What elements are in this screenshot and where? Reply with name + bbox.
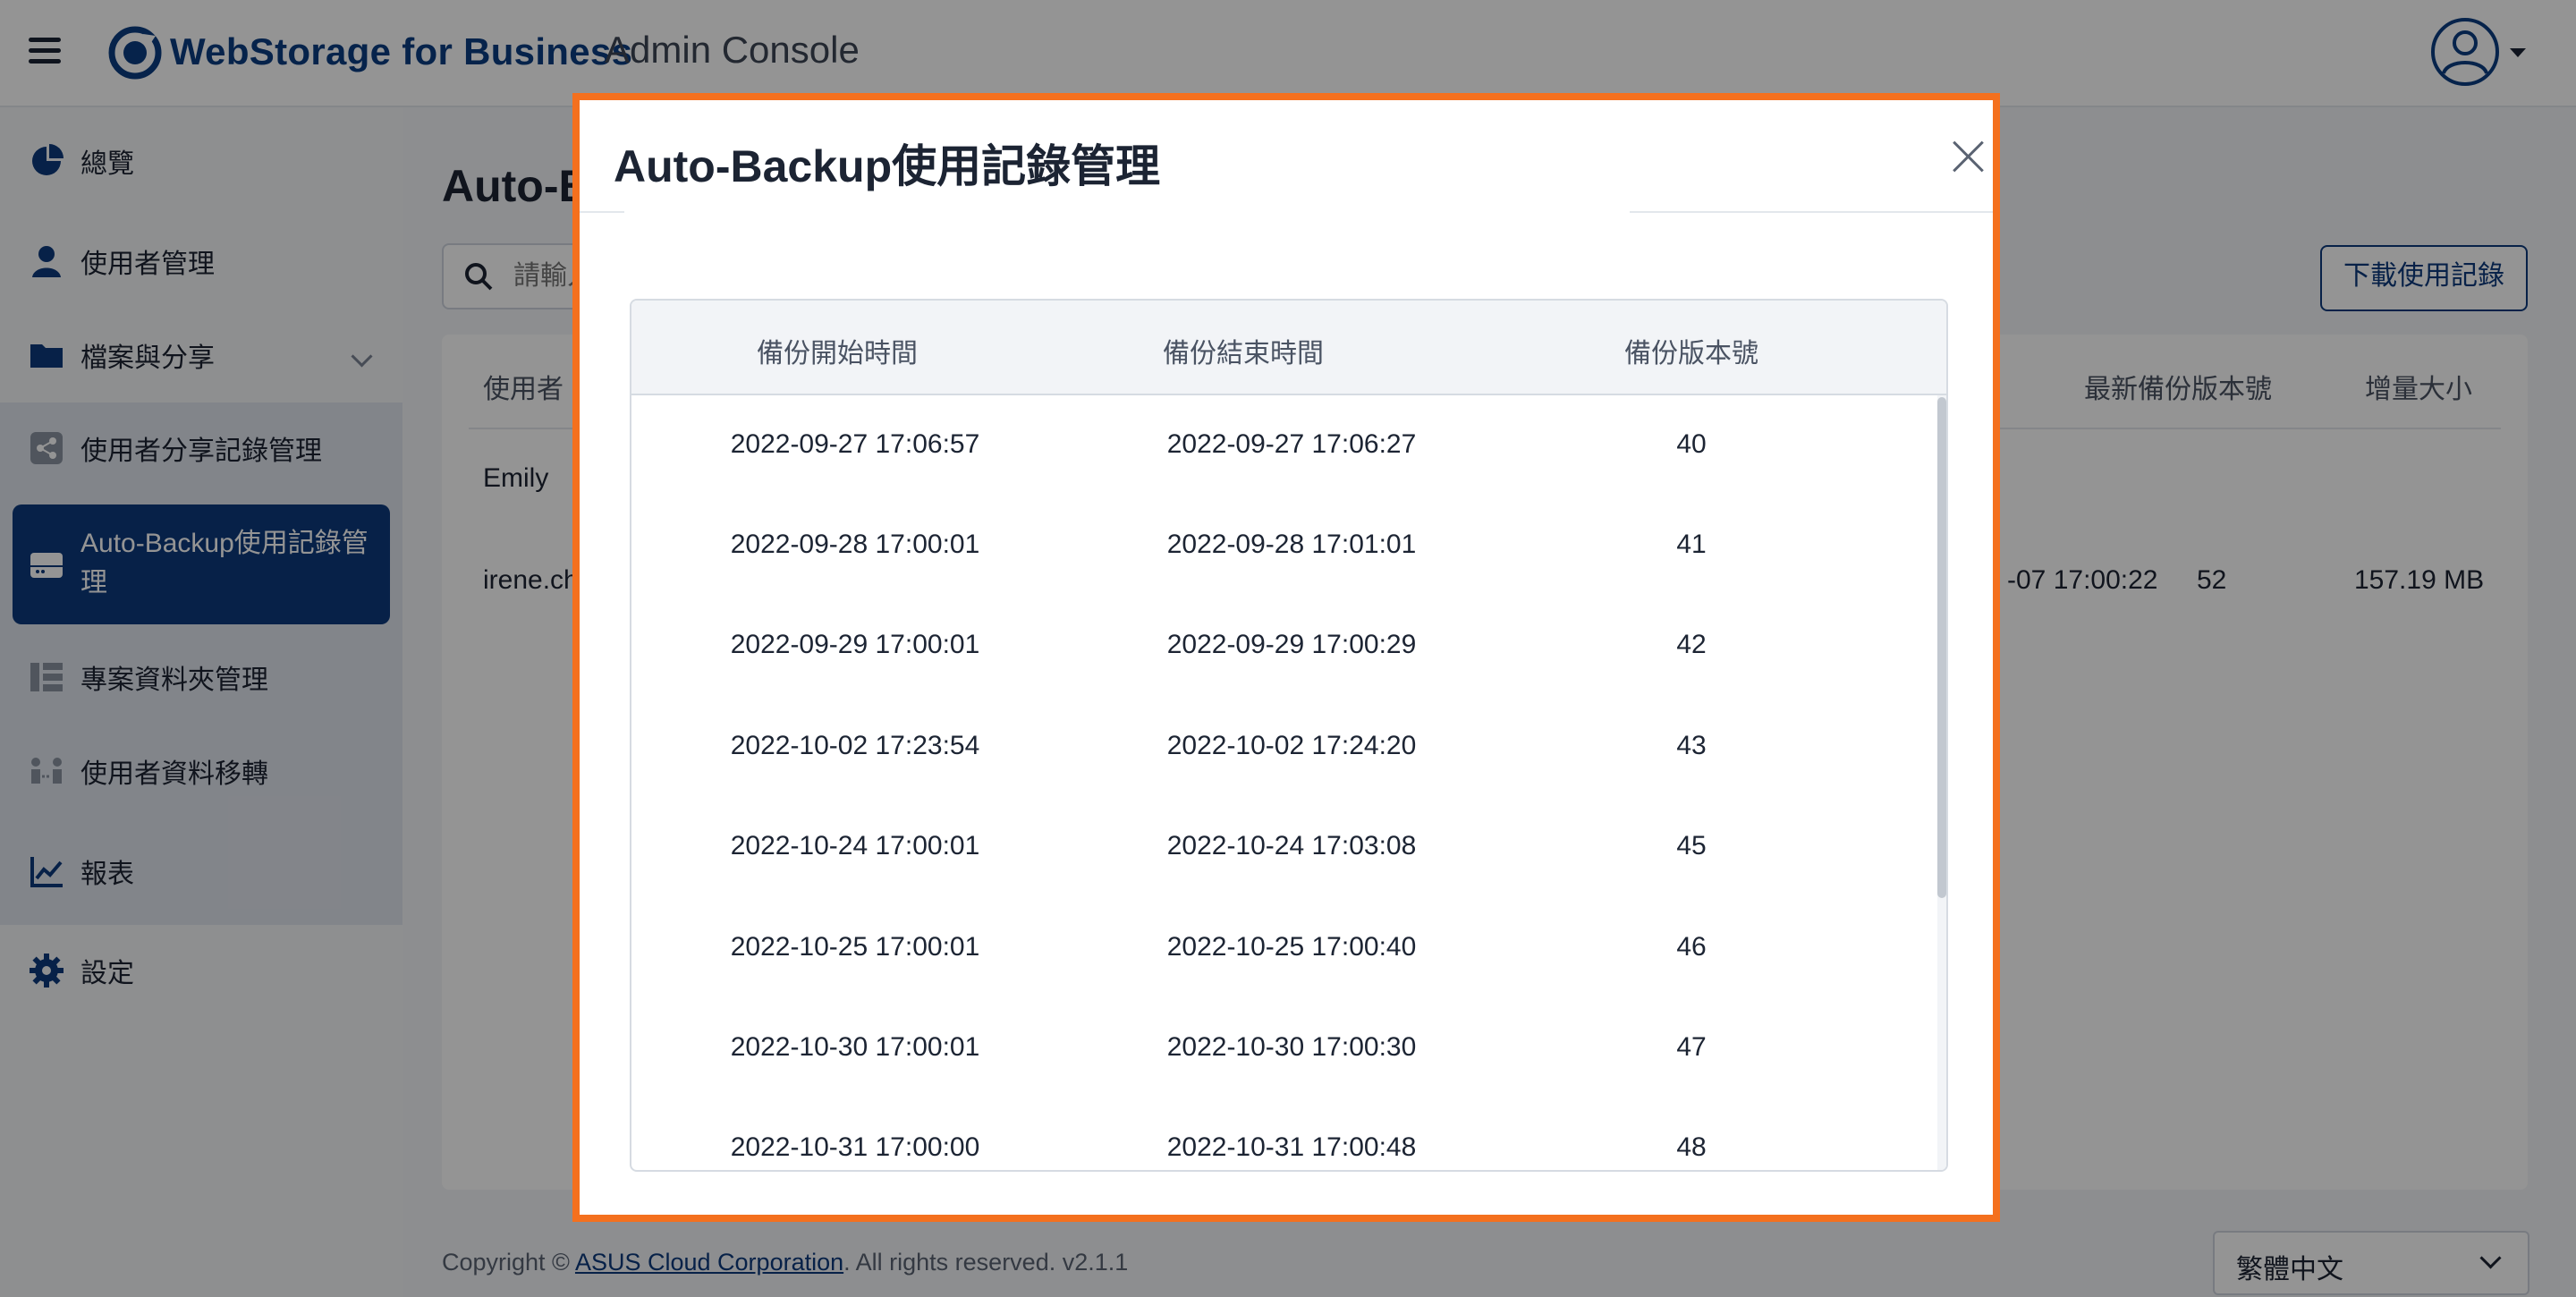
cell-start-time: 2022-10-24 17:00:01 — [730, 831, 980, 860]
cell-start-time: 2022-10-02 17:23:54 — [730, 731, 980, 760]
table-row: 2022-10-25 17:00:01 2022-10-25 17:00:40 … — [631, 898, 1928, 998]
table-row: 2022-10-24 17:00:01 2022-10-24 17:03:08 … — [631, 797, 1928, 897]
cell-start-time: 2022-10-25 17:00:01 — [730, 932, 980, 962]
close-icon[interactable] — [1950, 138, 1987, 175]
backup-records-modal: Auto-Backup使用記錄管理 備份開始時間 備份結束時間 備份版本號 20… — [572, 93, 2000, 1222]
cell-start-time: 2022-10-30 17:00:01 — [730, 1032, 980, 1062]
cell-start-time: 2022-09-28 17:00:01 — [730, 530, 980, 559]
cell-version: 40 — [1676, 429, 1707, 459]
cell-version: 46 — [1676, 932, 1707, 962]
cell-end-time: 2022-10-31 17:00:48 — [1166, 1132, 1417, 1162]
table-body: 2022-09-27 17:06:57 2022-09-27 17:06:27 … — [631, 395, 1946, 1170]
table-row: 2022-10-02 17:23:54 2022-10-02 17:24:20 … — [631, 697, 1928, 797]
cell-version: 47 — [1676, 1032, 1707, 1062]
table-row: 2022-09-29 17:00:01 2022-09-29 17:00:29 … — [631, 596, 1928, 696]
cell-version: 41 — [1676, 530, 1707, 559]
modal-header-divider — [580, 211, 624, 213]
scrollbar-thumb[interactable] — [1937, 397, 1946, 898]
table-row: 2022-10-30 17:00:01 2022-10-30 17:00:30 … — [631, 998, 1928, 1098]
backup-records-table: 備份開始時間 備份結束時間 備份版本號 2022-09-27 17:06:57 … — [630, 299, 1948, 1172]
table-row: 2022-09-27 17:06:57 2022-09-27 17:06:27 … — [631, 395, 1928, 496]
column-header-end-time: 備份結束時間 — [1163, 339, 1324, 369]
cell-end-time: 2022-10-30 17:00:30 — [1166, 1032, 1417, 1062]
cell-version: 45 — [1676, 831, 1707, 860]
cell-start-time: 2022-09-29 17:00:01 — [730, 630, 980, 659]
cell-version: 48 — [1676, 1132, 1707, 1162]
cell-version: 43 — [1676, 731, 1707, 760]
modal-header-divider — [1630, 211, 1993, 213]
cell-end-time: 2022-09-29 17:00:29 — [1166, 630, 1417, 659]
cell-end-time: 2022-10-25 17:00:40 — [1166, 932, 1417, 962]
cell-end-time: 2022-09-27 17:06:27 — [1166, 429, 1417, 459]
table-row: 2022-09-28 17:00:01 2022-09-28 17:01:01 … — [631, 496, 1928, 596]
modal-title: Auto-Backup使用記錄管理 — [614, 141, 1161, 191]
table-row: 2022-10-31 17:00:00 2022-10-31 17:00:48 … — [631, 1098, 1928, 1170]
cell-end-time: 2022-10-24 17:03:08 — [1166, 831, 1417, 860]
table-header: 備份開始時間 備份結束時間 備份版本號 — [631, 301, 1946, 395]
cell-end-time: 2022-09-28 17:01:01 — [1166, 530, 1417, 559]
column-header-version: 備份版本號 — [1624, 339, 1758, 369]
cell-start-time: 2022-09-27 17:06:57 — [730, 429, 980, 459]
cell-end-time: 2022-10-02 17:24:20 — [1166, 731, 1417, 760]
column-header-start-time: 備份開始時間 — [757, 339, 918, 369]
cell-start-time: 2022-10-31 17:00:00 — [730, 1132, 980, 1162]
cell-version: 42 — [1676, 630, 1707, 659]
